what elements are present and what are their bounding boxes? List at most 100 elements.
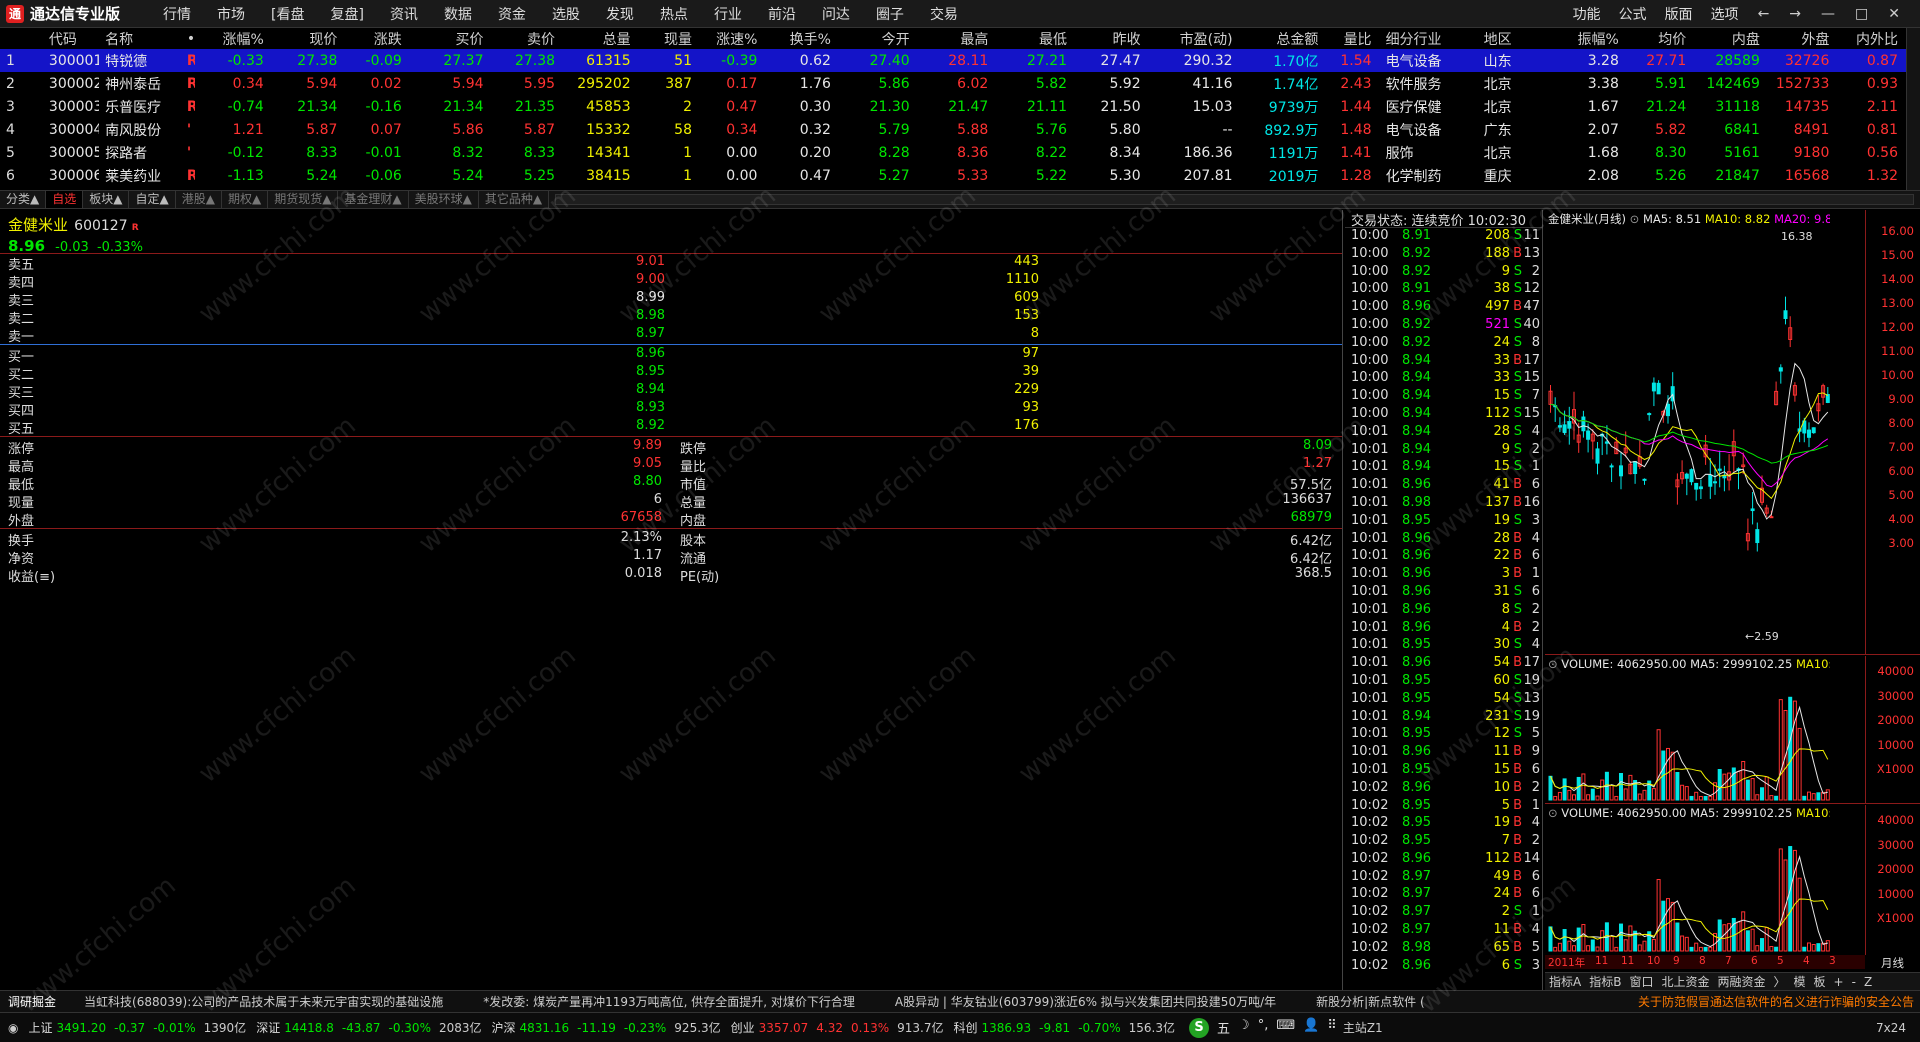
ime-button-3[interactable]: ⌨ xyxy=(1276,1018,1295,1038)
quote-row[interactable]: 4 300004 南风股份 ' 1.21 5.87 0.07 5.86 5.87 15332 58 0… xyxy=(0,118,1906,141)
ime-logo-icon[interactable]: S xyxy=(1189,1017,1210,1038)
index-item[interactable]: 创业 3357.07 4.32 0.13% 913.7亿 xyxy=(731,1019,944,1036)
quote-row[interactable]: 2 300002 神州泰岳 R 0.34 5.94 0.02 5.94 5.95 295202 38… xyxy=(0,72,1906,95)
col-header[interactable]: 最低 xyxy=(996,28,1075,49)
chart-tab-0[interactable]: 指标A xyxy=(1545,973,1585,990)
tab-0[interactable]: 分类▲ xyxy=(0,191,47,208)
ticker-news-2[interactable]: *发改委: 煤炭产量再冲1193万吨高位, 供存全面提升, 对煤价下行合理 xyxy=(463,993,875,1010)
ticker-news-1[interactable]: 当虹科技(688039):公司的产品技术属于未来元宇宙实现的基础设施 xyxy=(64,993,463,1010)
chart-tab-5[interactable]: 〉 xyxy=(1770,973,1790,990)
security-notice[interactable]: 关于防范假冒通达信软件的名义进行诈骗的安全公告 xyxy=(1638,993,1920,1010)
menu-item-7[interactable]: 选股 xyxy=(539,4,593,24)
menu-item-6[interactable]: 资金 xyxy=(485,4,539,24)
chart-tab-4[interactable]: 两融资金 xyxy=(1713,973,1769,990)
volume-chart-1[interactable]: ⊙ VOLUME: 4062950.00 MA5: 2999102.25 MA1… xyxy=(1545,656,1920,804)
tab-8[interactable]: 美股环球▲ xyxy=(409,191,479,208)
col-header[interactable]: 均价 xyxy=(1627,28,1694,49)
col-header[interactable]: 外盘 xyxy=(1768,28,1837,49)
horizontal-scrollbar[interactable] xyxy=(555,194,1914,205)
col-header[interactable]: 量比 xyxy=(1326,28,1379,49)
period-tab-monthly[interactable]: 月线 xyxy=(1865,955,1920,970)
menu-item-12[interactable]: 问达 xyxy=(809,4,863,24)
quote-scrollbar[interactable] xyxy=(1906,28,1920,190)
maximize-icon[interactable]: □ xyxy=(1845,6,1878,22)
col-header[interactable]: 内外比 xyxy=(1837,28,1906,49)
index-item[interactable]: 上证 3491.20 -0.37 -0.01% 1390亿 xyxy=(28,1019,246,1036)
close-icon[interactable]: ✕ xyxy=(1878,6,1910,22)
buys-level[interactable]: 买二 8.95 39 xyxy=(0,364,1342,383)
chart-tab-3[interactable]: 北上资金 xyxy=(1657,973,1713,990)
volume-chart-2[interactable]: ⊙ VOLUME: 4062950.00 MA5: 2999102.25 MA1… xyxy=(1545,805,1920,955)
chart-tab-6[interactable]: 模 xyxy=(1790,973,1810,990)
col-header[interactable]: • xyxy=(181,28,195,49)
tab-2[interactable]: 板块▲ xyxy=(83,191,130,208)
index-item[interactable]: 深证 14418.8 -43.87 -0.30% 2083亿 xyxy=(256,1019,481,1036)
quote-row[interactable]: 3 300003 乐普医疗 R -0.74 21.34 -0.16 21.34 21.35 458… xyxy=(0,95,1906,118)
index-item[interactable]: 科创 1386.93 -9.81 -0.70% 156.3亿 xyxy=(954,1019,1176,1036)
sells-level[interactable]: 卖四 9.00 1110 xyxy=(0,272,1342,291)
menu-function[interactable]: 功能 xyxy=(1564,4,1610,24)
buys-level[interactable]: 买三 8.94 229 xyxy=(0,382,1342,401)
menu-item-8[interactable]: 发现 xyxy=(593,4,647,24)
col-header[interactable]: 总金额 xyxy=(1241,28,1327,49)
col-header[interactable]: 涨速% xyxy=(700,28,765,49)
settings-icon[interactable]: ⊙ xyxy=(1548,657,1558,671)
minimize-icon[interactable]: — xyxy=(1811,6,1845,22)
ime-button-1[interactable]: ☽ xyxy=(1238,1018,1250,1038)
menu-formula[interactable]: 公式 xyxy=(1610,4,1656,24)
col-header[interactable]: 振幅% xyxy=(1545,28,1627,49)
chart-tab-1[interactable]: 指标B xyxy=(1585,973,1625,990)
buys-level[interactable]: 买四 8.93 93 xyxy=(0,400,1342,419)
col-header[interactable]: 涨跌 xyxy=(345,28,409,49)
chart-tab-10[interactable]: Z xyxy=(1860,975,1876,989)
chart-tab-9[interactable]: - xyxy=(1848,975,1860,989)
col-header[interactable]: 现价 xyxy=(272,28,346,49)
menu-item-13[interactable]: 圈子 xyxy=(863,4,917,24)
menu-item-5[interactable]: 数据 xyxy=(431,4,485,24)
menu-layout[interactable]: 版面 xyxy=(1656,4,1702,24)
col-header[interactable]: 总量 xyxy=(563,28,639,49)
sells-level[interactable]: 卖一 8.97 8 xyxy=(0,326,1342,345)
col-header[interactable]: 现量 xyxy=(639,28,700,49)
ime-button-0[interactable]: 五 xyxy=(1217,1018,1230,1038)
status-menu-icon[interactable]: ◉ xyxy=(8,1021,18,1035)
col-header[interactable]: 今开 xyxy=(839,28,918,49)
quote-row[interactable]: 6 300006 莱美药业 R -1.13 5.24 -0.06 5.24 5.25 38415 1… xyxy=(0,164,1906,187)
ticker-label[interactable]: 调研掘金 xyxy=(0,993,64,1010)
menu-item-14[interactable]: 交易 xyxy=(917,4,971,24)
menu-item-10[interactable]: 行业 xyxy=(701,4,755,24)
col-header[interactable]: 细分行业 xyxy=(1380,28,1478,49)
buys-level[interactable]: 买一 8.96 97 xyxy=(0,346,1342,365)
tab-3[interactable]: 自定▲ xyxy=(129,191,176,208)
tab-5[interactable]: 期权▲ xyxy=(222,191,269,208)
col-header[interactable]: 卖价 xyxy=(492,28,564,49)
tab-4[interactable]: 港股▲ xyxy=(176,191,222,208)
kline-chart[interactable]: 金健米业(月线) ⊙ MA5: 8.51 MA10: 8.82 MA20: 9.… xyxy=(1545,210,1920,655)
quote-row[interactable]: 1 300001 特锐德 R -0.33 27.38 -0.09 27.37 27.38 6131… xyxy=(0,49,1906,72)
ime-button-2[interactable]: °, xyxy=(1258,1018,1269,1038)
col-header[interactable]: 名称 xyxy=(99,28,181,49)
sells-level[interactable]: 卖二 8.98 153 xyxy=(0,308,1342,327)
ticker-news-4[interactable]: 新股分析|新点软件 ( xyxy=(1296,993,1445,1010)
tab-1[interactable]: 自选 xyxy=(46,191,84,208)
menu-item-1[interactable]: 市场 xyxy=(204,4,258,24)
menu-item-9[interactable]: 热点 xyxy=(647,4,701,24)
ime-button-5[interactable]: ⠿ xyxy=(1327,1018,1337,1038)
menu-item-2[interactable]: [看盘 xyxy=(258,4,317,24)
col-header[interactable] xyxy=(0,28,43,49)
forward-icon[interactable]: → xyxy=(1779,6,1811,22)
menu-item-11[interactable]: 前沿 xyxy=(755,4,809,24)
ime-button-4[interactable]: 👤 xyxy=(1303,1018,1319,1038)
col-header[interactable]: 最高 xyxy=(918,28,997,49)
chart-tab-8[interactable]: + xyxy=(1830,975,1848,989)
col-header[interactable]: 内盘 xyxy=(1694,28,1768,49)
tab-9[interactable]: 其它品种▲ xyxy=(479,191,550,208)
col-header[interactable]: 昨收 xyxy=(1075,28,1149,49)
settings-icon[interactable]: ⊙ xyxy=(1548,806,1558,820)
col-header[interactable]: 买价 xyxy=(410,28,492,49)
news-7x24[interactable]: 7x24 xyxy=(1876,1021,1906,1035)
menu-item-0[interactable]: 行情 xyxy=(150,4,204,24)
tab-6[interactable]: 期货现货▲ xyxy=(268,191,339,208)
tab-7[interactable]: 基金理财▲ xyxy=(338,191,409,208)
col-header[interactable]: 地区 xyxy=(1478,28,1545,49)
